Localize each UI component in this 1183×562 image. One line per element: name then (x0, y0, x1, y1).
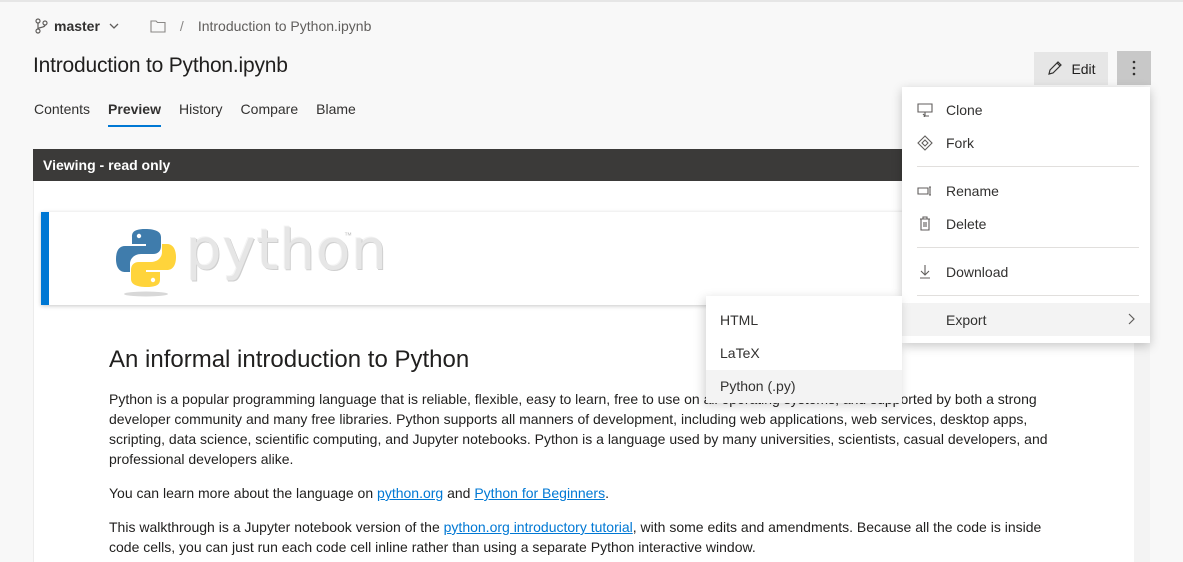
python-logo-icon (116, 229, 176, 297)
more-vertical-icon (1132, 60, 1136, 76)
notebook-markdown: An informal introduction to Python Pytho… (109, 346, 1049, 562)
tab-history[interactable]: History (179, 101, 223, 127)
menu-item-export[interactable]: Export (902, 303, 1150, 336)
preview-scroll-gutter (1134, 305, 1150, 562)
rename-icon (917, 183, 933, 199)
more-actions-menu: Clone Fork Rename Delete Download Export (902, 87, 1150, 343)
python-for-beginners-link[interactable]: Python for Beginners (474, 485, 605, 501)
menu-item-download[interactable]: Download (902, 255, 1150, 288)
breadcrumb: master / Introduction to Python.ipynb (34, 14, 371, 38)
export-latex[interactable]: LaTeX (706, 337, 902, 370)
edit-button[interactable]: Edit (1034, 52, 1108, 85)
branch-selector[interactable]: master (54, 18, 100, 34)
menu-item-rename[interactable]: Rename (902, 174, 1150, 207)
breadcrumb-separator: / (179, 18, 184, 34)
text-run: You can learn more about the language on (109, 485, 378, 501)
page-title: Introduction to Python.ipynb (33, 54, 288, 77)
menu-item-fork[interactable]: Fork (902, 126, 1150, 159)
tab-compare[interactable]: Compare (241, 101, 299, 127)
tab-preview[interactable]: Preview (108, 101, 161, 127)
tutorial-link[interactable]: python.org introductory tutorial (444, 519, 633, 535)
python-org-link[interactable]: python.org (377, 485, 443, 501)
export-python[interactable]: Python (.py) (706, 370, 902, 403)
fork-icon (917, 134, 933, 151)
menu-item-label: Delete (946, 215, 987, 232)
chevron-right-icon (1128, 313, 1135, 325)
download-icon (917, 264, 933, 280)
tab-contents[interactable]: Contents (34, 101, 90, 127)
top-border (0, 0, 1183, 2)
menu-item-delete[interactable]: Delete (902, 207, 1150, 240)
export-html[interactable]: HTML (706, 304, 902, 337)
intro-paragraph: Python is a popular programming language… (109, 391, 1048, 467)
trash-icon (917, 216, 933, 232)
more-actions-button[interactable] (1117, 51, 1151, 85)
menu-divider (917, 247, 1139, 248)
text-run: . (605, 485, 609, 501)
notebook-heading: An informal introduction to Python (109, 346, 470, 373)
menu-divider (917, 166, 1139, 167)
clone-icon (917, 102, 933, 118)
text-run: This walkthrough is a Jupyter notebook v… (109, 519, 444, 535)
menu-item-label: Rename (946, 182, 999, 199)
tab-bar: Contents Preview History Compare Blame (34, 101, 374, 127)
learn-more-paragraph: You can learn more about the language on… (109, 483, 1049, 503)
chevron-down-icon[interactable] (108, 20, 120, 32)
breadcrumb-file[interactable]: Introduction to Python.ipynb (198, 18, 372, 34)
branch-icon (35, 18, 48, 34)
edit-button-label: Edit (1071, 60, 1096, 77)
tab-blame[interactable]: Blame (316, 101, 356, 127)
menu-item-label: Download (946, 263, 1009, 280)
export-spacer (917, 312, 933, 328)
menu-item-label: Clone (946, 101, 983, 118)
walkthrough-paragraph: This walkthrough is a Jupyter notebook v… (109, 517, 1049, 557)
export-submenu: HTML LaTeX Python (.py) (706, 296, 902, 403)
pencil-icon (1048, 61, 1063, 75)
menu-item-label: Export (946, 311, 987, 328)
folder-icon[interactable] (150, 19, 166, 33)
menu-divider (917, 295, 1139, 296)
text-run: and (443, 485, 475, 501)
python-logo-trademark: ™ (344, 231, 352, 240)
python-logo-wordmark: python (186, 218, 388, 283)
menu-item-label: Fork (946, 134, 974, 151)
menu-item-clone[interactable]: Clone (902, 93, 1150, 126)
